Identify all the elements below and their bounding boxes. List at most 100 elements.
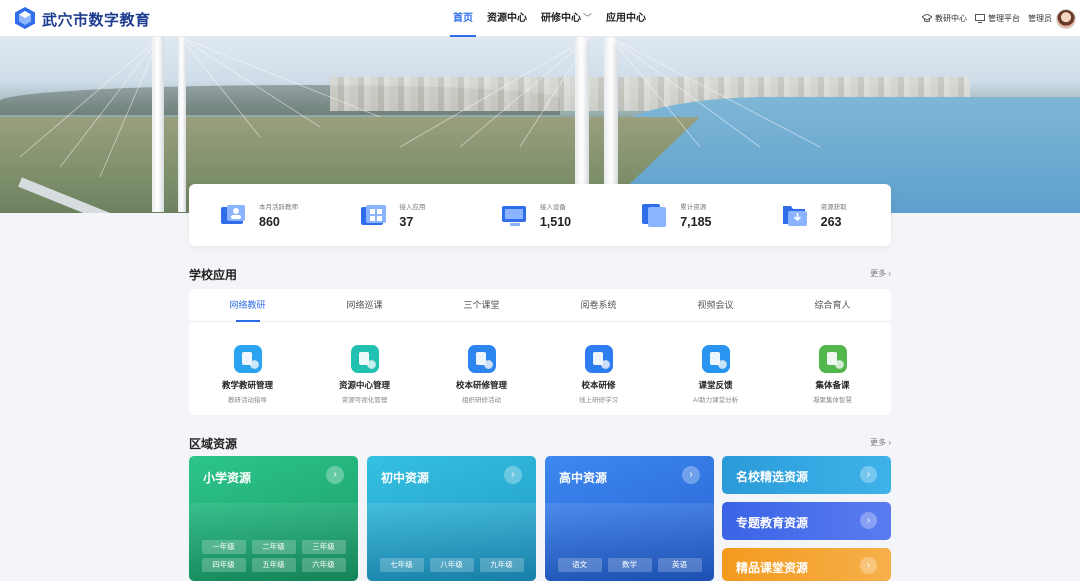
grade-chips-row: 四年级 五年级 六年级 <box>189 558 358 572</box>
app-school-training-management[interactable]: 校本研修管理 组织研修活动 <box>423 345 540 404</box>
screen-feedback-icon <box>701 345 730 373</box>
management-platform-label: 管理平台 <box>988 14 1020 23</box>
management-platform-link[interactable]: 管理平台 <box>975 13 1020 24</box>
app-name: 资源中心管理 <box>338 380 390 390</box>
tab-online-research[interactable]: 网络教研 <box>189 289 306 322</box>
card-title: 名校精选资源 <box>736 470 809 484</box>
app-name: 校本研修管理 <box>455 380 507 390</box>
grade-chip[interactable]: 八年级 <box>429 558 474 572</box>
arrow-right-icon[interactable]: › <box>326 466 344 484</box>
app-name: 课堂反馈 <box>698 380 733 390</box>
tab-three-classrooms[interactable]: 三个课堂 <box>423 289 540 321</box>
nav-home-label: 首页 <box>453 13 473 24</box>
brand-title[interactable]: 武穴市数字教育 <box>42 9 151 30</box>
more-label: 更多 <box>870 269 887 278</box>
user-name[interactable]: 管理员 <box>1028 13 1052 24</box>
device-monitor-icon <box>501 206 526 226</box>
arrow-right-icon[interactable]: › <box>860 512 877 529</box>
subject-chips-row: 语文 数学 英语 <box>545 558 714 572</box>
grade-chip[interactable]: 一年级 <box>201 540 246 554</box>
document-edit-icon <box>584 345 613 373</box>
stacked-files-icon <box>642 204 667 227</box>
school-apps-panel: 网络教研 网络巡课 三个课堂 阅卷系统 视频会议 综合育人 教学教研管理 教研活动… <box>189 289 891 415</box>
regional-resources-more-link[interactable]: 更多 › <box>870 437 891 448</box>
subject-chip[interactable]: 数学 <box>607 558 652 572</box>
resource-card-special-topics[interactable]: 专题教育资源 › <box>722 502 891 540</box>
tab-comprehensive-education[interactable]: 综合育人 <box>774 289 891 321</box>
grade-chips-row: 一年级 二年级 三年级 <box>189 540 358 554</box>
school-apps-tabs: 网络教研 网络巡课 三个课堂 阅卷系统 视频会议 综合育人 <box>189 289 891 322</box>
arrow-right-icon[interactable]: › <box>860 557 877 574</box>
app-desc: 资源可视化管理 <box>341 397 388 404</box>
teaching-center-label: 教研中心 <box>935 14 967 23</box>
school-apps-more-link[interactable]: 更多 › <box>870 268 891 279</box>
school-apps-title: 学校应用 <box>189 268 238 282</box>
subject-chip[interactable]: 英语 <box>657 558 702 572</box>
grade-chip[interactable]: 六年级 <box>301 558 346 572</box>
app-teaching-research-management[interactable]: 教学教研管理 教研活动指导 <box>189 345 306 404</box>
stat-value: 1,510 <box>539 215 572 229</box>
stat-resource-downloads: 资源获取 263 <box>751 184 891 246</box>
chevron-right-icon: › <box>888 269 891 278</box>
app-name: 教学教研管理 <box>221 380 273 390</box>
grade-chip[interactable]: 四年级 <box>201 558 246 572</box>
grade-chip[interactable]: 二年级 <box>251 540 296 554</box>
stat-value: 37 <box>399 215 414 229</box>
app-name: 校本研修 <box>581 380 616 390</box>
chevron-right-icon: › <box>888 438 891 447</box>
nav-app-center-label: 应用中心 <box>606 13 647 24</box>
more-label: 更多 <box>870 438 887 447</box>
resource-card-primary[interactable]: 小学资源 › 一年级 二年级 三年级 四年级 五年级 六年级 <box>189 456 358 581</box>
regional-resources-title: 区域资源 <box>189 437 238 451</box>
stat-value: 860 <box>259 215 280 229</box>
stat-label: 资源获取 <box>820 204 847 211</box>
app-name: 集体备课 <box>815 380 850 390</box>
stat-total-resources: 累计资源 7,185 <box>610 184 750 246</box>
resource-card-premium-lessons[interactable]: 精品课堂资源 › <box>722 548 891 581</box>
tab-grading-system[interactable]: 阅卷系统 <box>540 289 657 321</box>
app-list: 教学教研管理 教研活动指导 资源中心管理 资源可视化管理 校本研修管理 组织研修活动 … <box>189 322 891 404</box>
teacher-icon <box>221 205 245 224</box>
grade-chip[interactable]: 七年级 <box>379 558 424 572</box>
resource-card-elite-schools[interactable]: 名校精选资源 › <box>722 456 891 494</box>
resource-card-middle-school[interactable]: 初中资源 › 七年级 八年级 九年级 <box>367 456 536 581</box>
stat-active-teachers: 本月活跃教师 860 <box>189 184 329 246</box>
app-resource-center-management[interactable]: 资源中心管理 资源可视化管理 <box>306 345 423 404</box>
resource-card-high-school[interactable]: 高中资源 › 语文 数学 英语 <box>545 456 714 581</box>
brand-logo-icon[interactable] <box>15 7 35 29</box>
document-settings-icon <box>467 345 496 373</box>
teaching-center-link[interactable]: 教研中心 <box>922 13 967 24</box>
main-nav: 首页 资源中心 研修中心 ﹀ 应用中心 <box>446 0 653 37</box>
grade-chip[interactable]: 五年级 <box>251 558 296 572</box>
app-desc: AI助力课堂分析 <box>692 397 739 404</box>
card-title: 专题教育资源 <box>736 516 809 530</box>
arrow-right-icon[interactable]: › <box>504 466 522 484</box>
grade-chip[interactable]: 三年级 <box>301 540 346 554</box>
app-desc: 教研活动指导 <box>228 397 267 404</box>
arrow-right-icon[interactable]: › <box>860 466 877 483</box>
card-title: 小学资源 <box>203 471 252 485</box>
tab-online-patrol[interactable]: 网络巡课 <box>306 289 423 321</box>
nav-training-center[interactable]: 研修中心 ﹀ <box>534 0 599 37</box>
grade-chip[interactable]: 九年级 <box>479 558 524 572</box>
header-tools: 教研中心 管理平台 管理员 <box>922 0 1080 37</box>
stat-label: 接入设备 <box>539 204 566 211</box>
stat-connected-devices: 接入设备 1,510 <box>470 184 610 246</box>
nav-app-center[interactable]: 应用中心 <box>599 0 653 37</box>
app-collective-lesson-prep[interactable]: 集体备课凝聚集体智慧 <box>774 345 891 404</box>
group-user-icon <box>818 345 847 373</box>
nav-resource-center-label: 资源中心 <box>487 13 527 24</box>
apps-grid-icon <box>361 205 387 225</box>
app-school-training[interactable]: 校本研修 线上研修学习 <box>540 345 657 404</box>
nav-resource-center[interactable]: 资源中心 <box>480 0 534 37</box>
arrow-right-icon[interactable]: › <box>682 466 700 484</box>
nav-home[interactable]: 首页 <box>446 0 480 37</box>
app-classroom-feedback[interactable]: 课堂反馈 AI助力课堂分析 <box>657 345 774 404</box>
subject-chip[interactable]: 语文 <box>557 558 602 572</box>
app-desc: 组织研修活动 <box>462 397 501 404</box>
nav-training-center-label: 研修中心 <box>541 13 581 24</box>
grade-chips-row: 七年级 八年级 九年级 <box>367 558 536 572</box>
tab-video-conference[interactable]: 视频会议 <box>657 289 774 321</box>
app-desc: 凝聚集体智慧 <box>813 397 852 404</box>
avatar[interactable] <box>1056 8 1076 29</box>
